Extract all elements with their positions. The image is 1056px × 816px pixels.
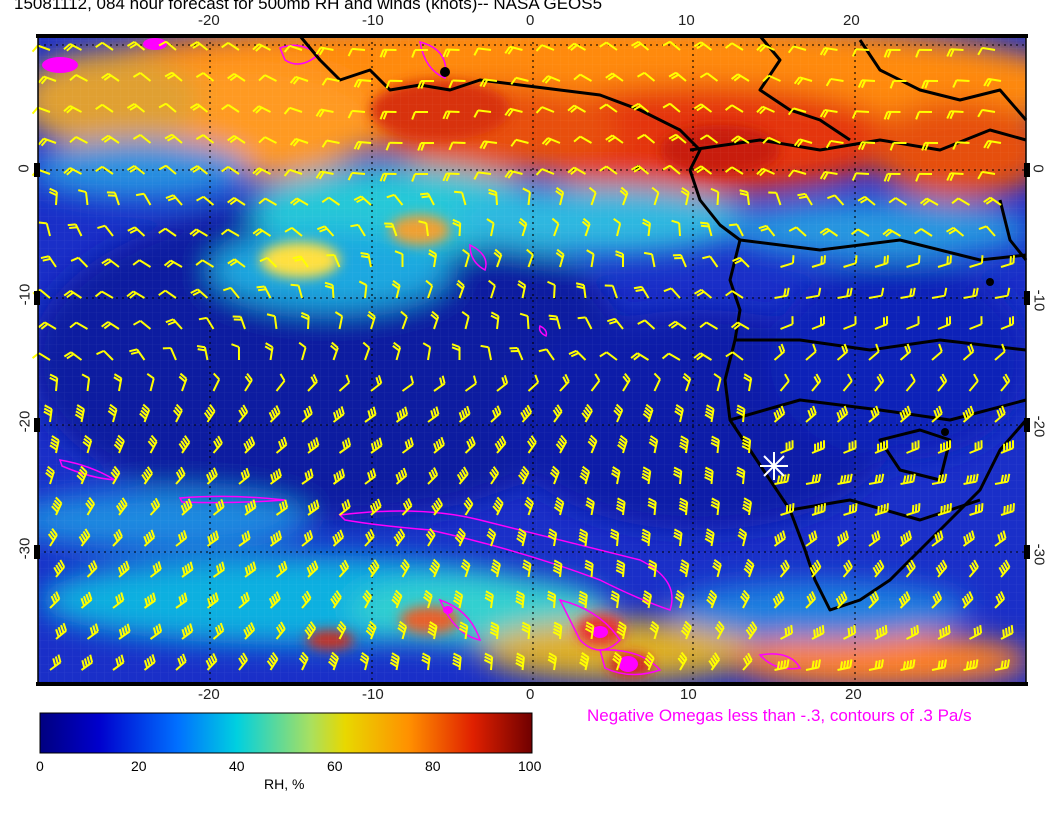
colorbar-tick-40: 40 [229, 758, 245, 774]
colorbar-tick-100: 100 [518, 758, 542, 774]
omega-note: Negative Omegas less than -.3, contours … [587, 706, 972, 725]
rh-wind-map [31, 34, 1030, 754]
colorbar-tick-60: 60 [327, 758, 343, 774]
colorbar-tick-20: 20 [131, 758, 147, 774]
white-star-marker [760, 452, 788, 480]
colorbar-label: RH, % [264, 776, 305, 792]
colorbar-tick-80: 80 [425, 758, 441, 774]
colorbar-tick-0: 0 [36, 758, 44, 774]
rh-colorbar [39, 712, 533, 754]
